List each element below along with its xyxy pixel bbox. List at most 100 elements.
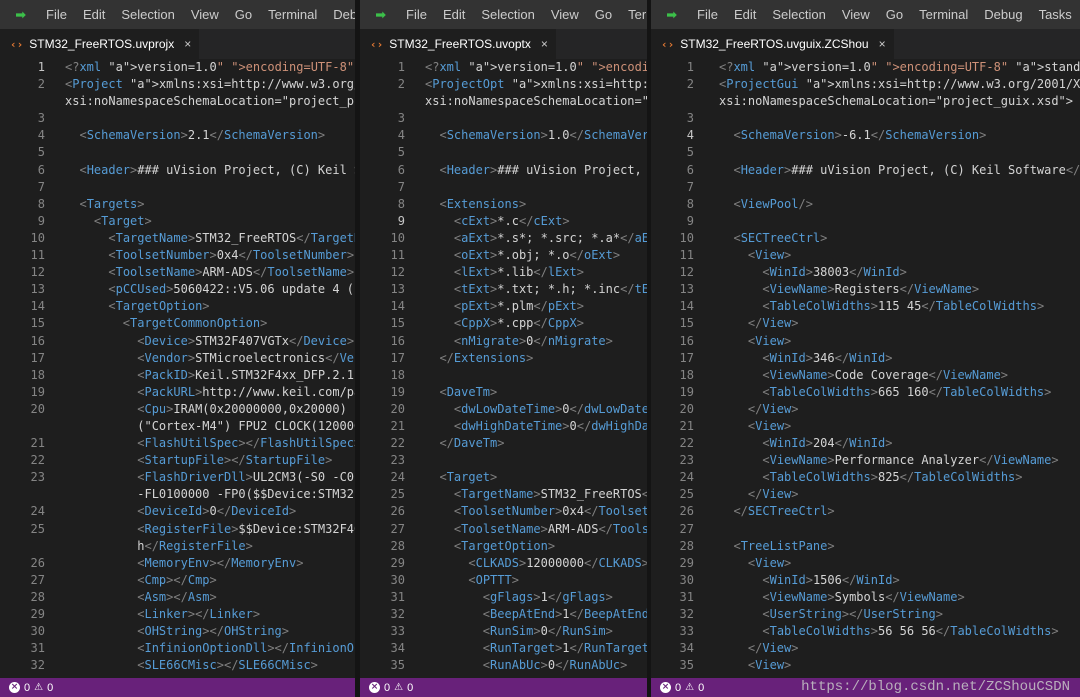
line-number: 33 [390,624,405,639]
close-icon[interactable]: × [541,37,548,51]
menu-item-terminal[interactable]: Terminal [620,7,647,22]
line-number: 32 [30,658,45,673]
editor-tab[interactable]: ‹› STM32_FreeRTOS.uvoptx × [360,29,557,59]
line-number: 12 [679,265,694,280]
code-text: <FlashUtilSpec></FlashUtilSpec> [137,436,355,451]
warning-count: 0 [47,681,54,694]
code-line: 1 <?xml "a">version=1.0" ">encoding=UTF-8… [651,59,1080,76]
code-line: 11 <oExt>*.obj; *.o</oExt> [360,247,647,264]
line-number: 16 [390,333,405,348]
menu-item-go[interactable]: Go [878,7,911,22]
menu-item-edit[interactable]: Edit [75,7,113,22]
code-text: <ViewPool/> [733,196,813,211]
close-icon[interactable]: × [879,37,886,51]
menu-item-file[interactable]: File [398,7,435,22]
line-number: 6 [686,162,694,177]
line-number: 4 [686,128,694,143]
menu-item-go[interactable]: Go [227,7,260,22]
line-number: 11 [679,248,694,263]
code-text: <StartupFile></StartupFile> [137,453,333,468]
line-number: 20 [390,401,405,416]
problems-indicator[interactable]: × 0 ⚠ 0 [660,682,704,694]
menu-bar: ⬆ File Edit Selection View Go Terminal Debug Tas… [651,0,1080,29]
code-editor[interactable]: 1 <?xml "a">version=1.0" ">encoding=UTF-8… [0,59,355,678]
menu-item-terminal[interactable]: Terminal [911,7,976,22]
code-editor[interactable]: 1 <?xml "a">version=1.0" ">encoding=UTF-8… [651,59,1080,678]
warning-count: 0 [698,681,705,694]
menu-item-view[interactable]: View [183,7,227,22]
code-line: 24 <DeviceId>0</DeviceId> [0,503,355,520]
code-line: 6 <Header>### uVision Project, (C) Keil … [0,162,355,179]
line-number: 26 [390,504,405,519]
code-text: <Targets> [79,196,145,211]
code-text: <MemoryEnv></MemoryEnv> [137,555,304,570]
line-number: 19 [30,384,45,399]
menu-item-view[interactable]: View [543,7,587,22]
code-text: xsi:noNamespaceSchemaLocation="pr [425,94,647,109]
menu-item-tasks[interactable]: Tasks [1031,7,1080,22]
line-number: 4 [37,128,45,143]
code-text: <UserString></UserString> [762,607,944,621]
code-text: </Extensions> [439,350,534,365]
line-number: 2 [397,77,405,92]
menu-item-terminal[interactable]: Terminal [260,7,325,22]
line-number: 20 [30,401,45,416]
error-icon: × [9,682,20,693]
code-text: <SLE66CMisc></SLE66CMisc> [137,658,318,673]
line-number: 14 [30,299,45,314]
problems-indicator[interactable]: × 0 ⚠ 0 [369,682,413,694]
menu-item-go[interactable]: Go [587,7,620,22]
code-line: 25 </View> [651,486,1080,503]
code-text: <SchemaVersion>1.0</SchemaVersio [439,128,647,143]
editor-tab[interactable]: ‹› STM32_FreeRTOS.uvprojx × [0,29,201,59]
code-text: <Header>### uVision Project, (C) Keil So… [733,162,1080,177]
code-text: <PackID>Keil.STM32F4xx_DFP.2.11 [137,367,355,382]
line-number [0,538,45,555]
menu-item-debug[interactable]: Debug [976,7,1030,22]
code-line: 7 [360,179,647,196]
line-number: 25 [30,521,45,536]
code-text: <TreeListPane> [733,538,835,553]
code-line: 23 [360,452,647,469]
line-number: 11 [390,248,405,263]
menu-item-debug[interactable]: Debug [325,7,355,22]
code-text: </SECTreeCtrl> [733,504,835,519]
line-number: 23 [30,470,45,485]
close-icon[interactable]: × [184,37,191,51]
code-line: 20 <dwLowDateTime>0</dwLowDateTim [360,401,647,418]
problems-indicator[interactable]: × 0 ⚠ 0 [9,682,53,694]
code-line: 22 </DaveTm> [360,435,647,452]
code-line: 26 <MemoryEnv></MemoryEnv> [0,555,355,572]
code-line: 14 <TableColWidths>115 45</TableColWidth… [651,298,1080,315]
code-line: 18 <PackID>Keil.STM32F4xx_DFP.2.11 [0,367,355,384]
code-text: <ViewName>Symbols</ViewName> [762,589,965,604]
menu-item-file[interactable]: File [689,7,726,22]
menu-item-edit[interactable]: Edit [435,7,473,22]
line-number: 18 [679,367,694,382]
menu-item-selection[interactable]: Selection [113,7,182,22]
menu-item-view[interactable]: View [834,7,878,22]
warning-icon: ⚠ [394,682,404,693]
menu-item-file[interactable]: File [38,7,75,22]
code-line: 15 </View> [651,315,1080,332]
code-line: 17 </Extensions> [360,350,647,367]
editor-tab[interactable]: ‹› STM32_FreeRTOS.uvguix.ZCShou × [651,29,895,59]
line-number: 29 [30,607,45,621]
menu-item-selection[interactable]: Selection [473,7,542,22]
code-editor[interactable]: 1 <?xml "a">version=1.0" ">encoding=UTF 2 <… [360,59,647,678]
line-number: 9 [686,213,694,228]
code-text: <RunTarget>1</RunTarget> [482,641,647,656]
line-number: 14 [679,299,694,314]
tab-label: STM32_FreeRTOS.uvguix.ZCShou [680,37,869,51]
code-text: <RunSim>0</RunSim> [482,624,613,639]
code-text: <Header>### uVision Project, (C) Keil S [79,162,355,177]
menu-item-selection[interactable]: Selection [764,7,833,22]
code-text: <TargetName>STM32_FreeRTOS</Ta [453,487,647,502]
menu-item-edit[interactable]: Edit [726,7,764,22]
code-line: 5 [651,144,1080,161]
line-number: 10 [390,230,405,245]
